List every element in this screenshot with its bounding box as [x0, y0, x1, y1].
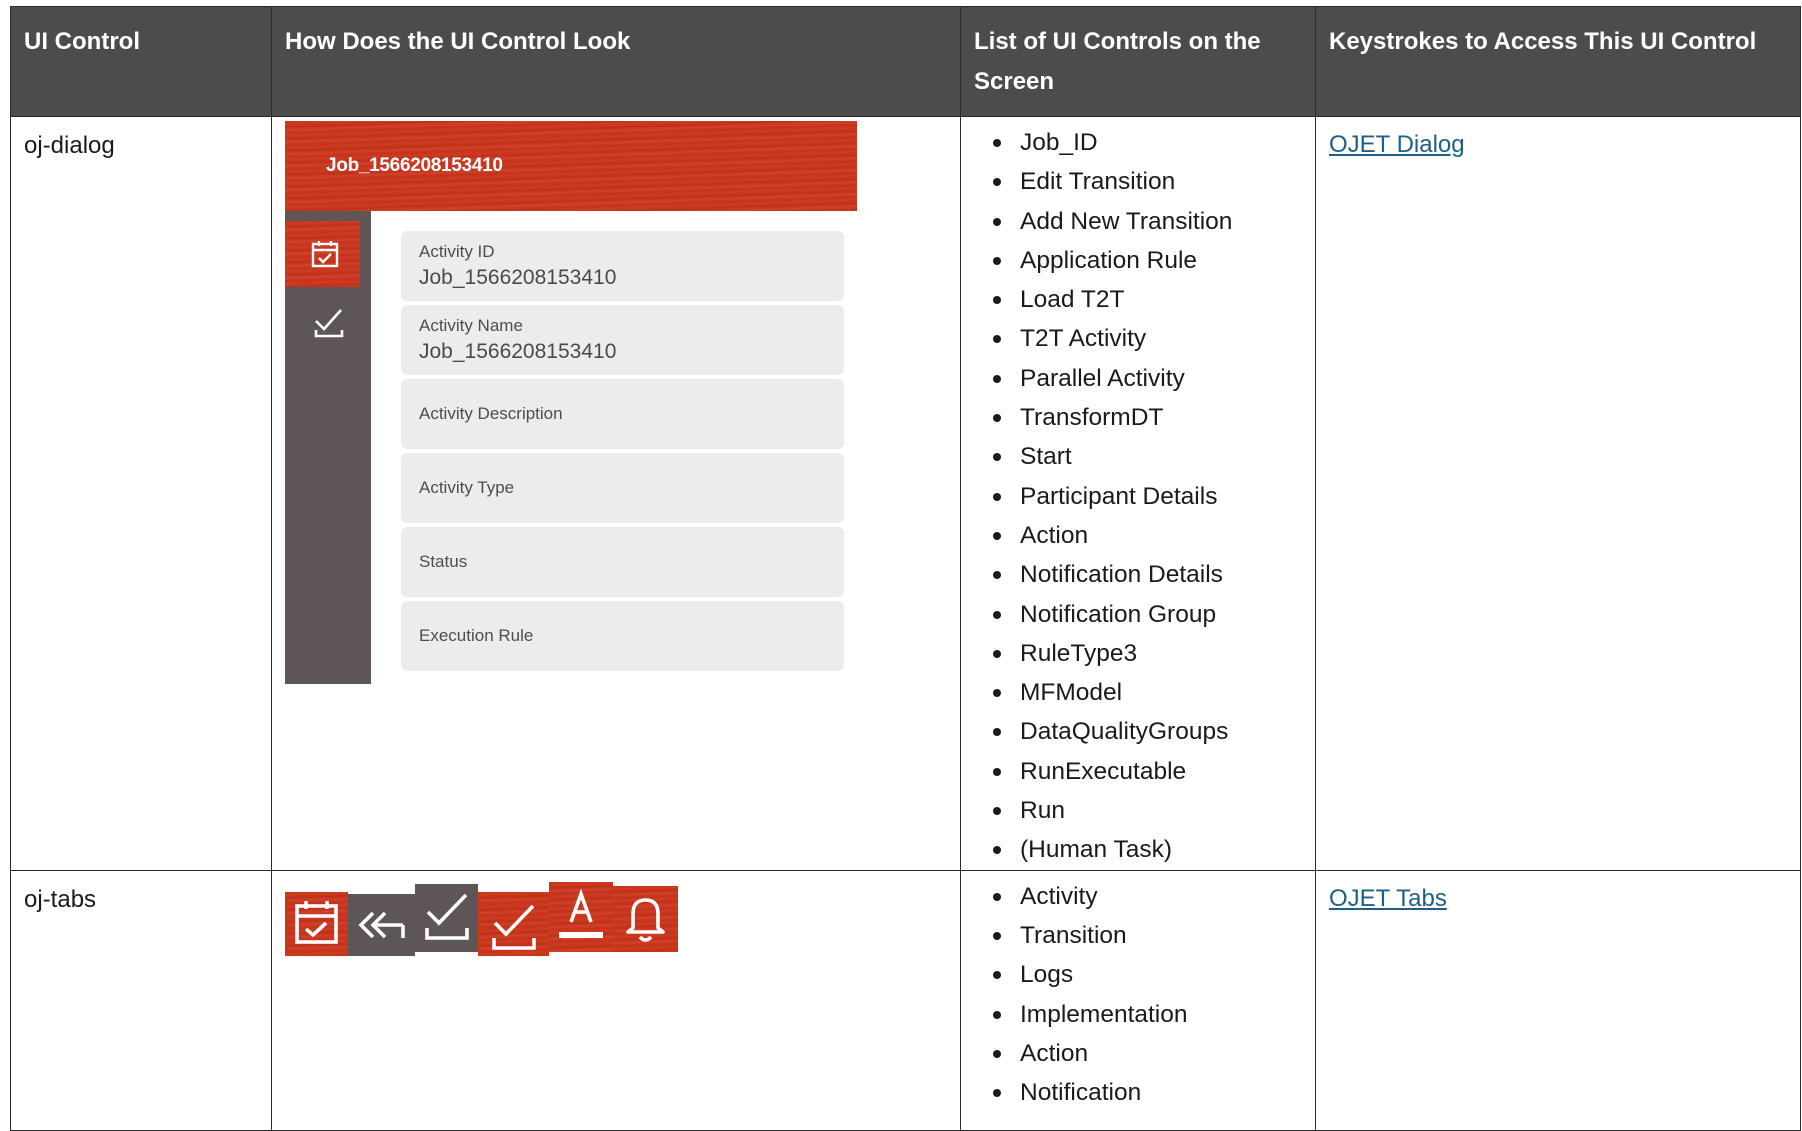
field-status[interactable]: Status — [401, 527, 844, 597]
tab-action[interactable] — [549, 881, 613, 952]
control-name: oj-dialog — [24, 132, 115, 159]
tabs-preview — [285, 881, 947, 962]
list-item: Start — [993, 437, 1302, 476]
field-label: Status — [419, 552, 468, 571]
list-item: RunExecutable — [993, 752, 1302, 791]
tab-notification[interactable] — [613, 885, 678, 952]
control-name-cell: oj-tabs — [10, 869, 272, 1131]
field-label: Activity Name — [419, 316, 523, 335]
dialog-preview: Job_1566208153410 Activity ID Job_156620… — [285, 121, 857, 684]
check-underline-icon — [425, 893, 469, 940]
list-item: Participant Details — [993, 477, 1302, 516]
controls-list: Activity Transition Logs Implementation … — [974, 877, 1302, 1113]
tab-transition[interactable] — [348, 893, 415, 956]
ojet-dialog-link[interactable]: OJET Dialog — [1329, 131, 1465, 159]
table-row: oj-dialog Job_1566208153410 Activity ID … — [10, 116, 1801, 871]
control-name: oj-tabs — [24, 885, 97, 913]
list-item: Notification Group — [993, 595, 1302, 634]
list-item: Transition — [993, 916, 1302, 955]
header-ui-control: UI Control — [10, 6, 272, 117]
keystroke-cell: OJET Dialog — [1315, 116, 1801, 871]
preview-cell — [271, 869, 961, 1131]
field-activity-description[interactable]: Activity Description — [401, 379, 844, 449]
tab-logs[interactable] — [415, 883, 478, 952]
dialog-header: Job_1566208153410 — [285, 121, 857, 211]
list-item: Activity — [993, 877, 1302, 916]
side-tab-check[interactable] — [313, 306, 345, 347]
side-tab-activity[interactable] — [285, 221, 360, 287]
field-label: Activity Description — [419, 404, 563, 423]
controls-list: Job_ID Edit Transition Add New Transitio… — [974, 123, 1302, 870]
field-activity-id[interactable]: Activity ID Job_1566208153410 — [401, 231, 844, 301]
list-item: Load T2T — [993, 280, 1302, 319]
header-list-of-controls: List of UI Controls on the Screen — [960, 6, 1316, 117]
controls-list-cell: Job_ID Edit Transition Add New Transitio… — [960, 116, 1316, 871]
header-keystrokes: Keystrokes to Access This UI Control — [1315, 6, 1801, 117]
calendar-check-icon — [295, 900, 338, 944]
list-item: Run — [993, 791, 1302, 830]
list-item: Logs — [993, 955, 1302, 994]
list-item: Notification — [993, 1073, 1302, 1112]
tab-activity[interactable] — [285, 891, 348, 956]
calendar-check-icon — [311, 241, 339, 268]
list-item: Application Rule — [993, 241, 1302, 280]
controls-list-cell: Activity Transition Logs Implementation … — [960, 869, 1316, 1131]
list-item: Edit Transition — [993, 162, 1302, 201]
dialog-title: Job_1566208153410 — [326, 155, 503, 176]
list-item: Parallel Activity — [993, 359, 1302, 398]
list-item: Implementation — [993, 995, 1302, 1034]
field-execution-rule[interactable]: Execution Rule — [401, 601, 844, 671]
list-item: RuleType3 — [993, 634, 1302, 673]
list-item: (Human Task) — [993, 830, 1302, 869]
ui-controls-table: UI Control How Does the UI Control Look … — [10, 6, 1801, 1131]
table-header-row: UI Control How Does the UI Control Look … — [10, 6, 1801, 117]
tab-implementation[interactable] — [478, 891, 549, 956]
keystroke-cell: OJET Tabs — [1315, 869, 1801, 1131]
check-underline-icon — [492, 904, 536, 950]
preview-cell: Job_1566208153410 Activity ID Job_156620… — [271, 116, 961, 871]
dialog-side-tabs — [285, 211, 371, 684]
field-label: Activity Type — [419, 478, 515, 497]
list-item: Job_ID — [993, 123, 1302, 162]
table-row: oj-tabs Activity Transition Logs Impleme… — [10, 869, 1801, 1131]
control-name-cell: oj-dialog — [10, 116, 272, 871]
double-back-arrow-icon — [358, 911, 405, 938]
list-item: DataQualityGroups — [993, 712, 1302, 751]
list-item: Add New Transition — [993, 202, 1302, 241]
list-item: Action — [993, 1034, 1302, 1073]
header-how-it-looks: How Does the UI Control Look — [271, 6, 961, 117]
list-item: Action — [993, 516, 1302, 555]
field-label: Activity ID — [419, 242, 495, 261]
check-underline-icon — [314, 309, 344, 338]
bell-icon — [626, 897, 665, 942]
list-item: MFModel — [993, 673, 1302, 712]
list-item: TransformDT — [993, 398, 1302, 437]
list-item: Notification Details — [993, 555, 1302, 594]
field-value: Job_1566208153410 — [419, 266, 617, 289]
list-item: T2T Activity — [993, 319, 1302, 358]
text-underline-icon — [559, 888, 603, 938]
field-value: Job_1566208153410 — [419, 340, 617, 363]
field-activity-type[interactable]: Activity Type — [401, 453, 844, 523]
ojet-tabs-link[interactable]: OJET Tabs — [1329, 885, 1447, 913]
field-activity-name[interactable]: Activity Name Job_1566208153410 — [401, 305, 844, 375]
field-label: Execution Rule — [419, 626, 534, 645]
